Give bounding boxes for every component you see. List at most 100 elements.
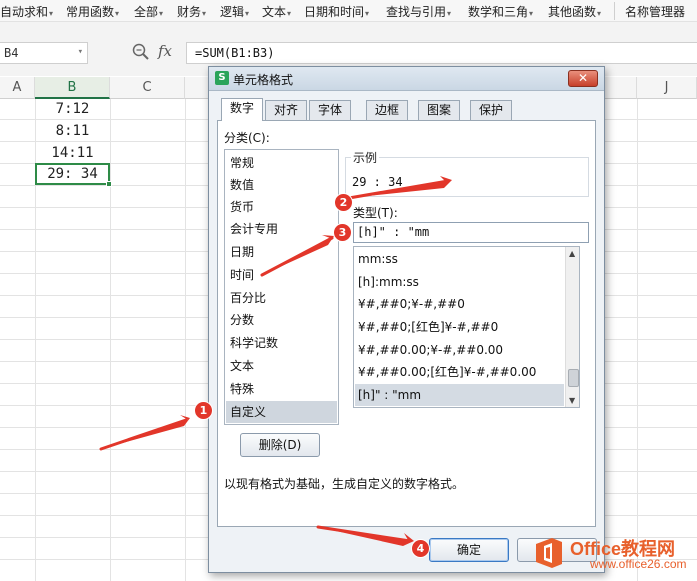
ribbon-divider <box>614 2 615 20</box>
formula-input[interactable]: =SUM(B1:B3) <box>186 42 697 64</box>
column-header-a[interactable]: A <box>0 77 35 99</box>
column-label: J <box>664 80 669 95</box>
column-header-i[interactable] <box>605 77 637 99</box>
watermark: Office教程网 www.office26.com <box>528 532 697 581</box>
tab-pattern[interactable]: 图案 <box>418 100 460 120</box>
cell-value: 29: 34 <box>47 166 98 182</box>
cell-b1[interactable]: 7:12 <box>35 98 110 120</box>
ribbon-finance[interactable]: 财务▾ <box>177 3 206 20</box>
category-item[interactable]: 常规 <box>226 152 337 174</box>
type-item[interactable]: ¥#,##0;¥-#,##0 <box>355 293 564 315</box>
grid-line <box>185 99 186 581</box>
cell-b4-active[interactable]: 29: 34 <box>35 163 112 187</box>
step-badge-3: 3 <box>333 223 352 242</box>
grid-line <box>637 99 638 581</box>
ribbon-logic[interactable]: 逻辑▾ <box>220 3 249 20</box>
ribbon-label: 其他函数 <box>548 5 597 19</box>
type-item[interactable]: ¥#,##0;[红色]¥-#,##0 <box>355 316 564 338</box>
column-label: B <box>67 80 77 95</box>
ribbon-label: 数学和三角 <box>468 5 529 19</box>
ribbon-label: 日期和时间 <box>304 5 365 19</box>
type-item[interactable]: ¥#,##0.00;¥-#,##0.00 <box>355 339 564 361</box>
category-item-selected[interactable]: 自定义 <box>226 401 337 423</box>
dialog-title: 单元格格式 <box>233 73 294 87</box>
column-header-b[interactable]: B <box>35 77 110 99</box>
step-badge-4: 4 <box>411 539 430 558</box>
cell-b2[interactable]: 8:11 <box>35 120 110 142</box>
ribbon-autosum[interactable]: 自动求和▾ <box>0 3 53 20</box>
category-item[interactable]: 文本 <box>226 355 337 377</box>
ribbon-name-manager[interactable]: 名称管理器 <box>625 3 685 20</box>
scroll-down-icon[interactable]: ▼ <box>569 396 575 405</box>
chevron-down-icon: ▾ <box>245 9 250 18</box>
category-item[interactable]: 特殊 <box>226 378 337 400</box>
office-logo-icon <box>536 538 562 568</box>
category-item[interactable]: 日期 <box>226 241 337 263</box>
category-item[interactable]: 分数 <box>226 309 337 331</box>
category-item[interactable]: 数值 <box>226 174 337 196</box>
ribbon-label: 常用函数 <box>66 5 115 19</box>
ribbon-common-functions[interactable]: 常用函数▾ <box>66 3 119 20</box>
description-text: 以现有格式为基础，生成自定义的数字格式。 <box>224 477 465 491</box>
category-item[interactable]: 货币 <box>226 196 337 218</box>
ribbon-other-functions[interactable]: 其他函数▾ <box>548 3 601 20</box>
wps-spreadsheet-icon: S <box>215 71 229 85</box>
scroll-up-icon[interactable]: ▲ <box>569 249 575 258</box>
type-list[interactable]: mm:ss [h]:mm:ss ¥#,##0;¥-#,##0 ¥#,##0;[红… <box>353 246 580 408</box>
chevron-down-icon[interactable]: ▾ <box>78 47 83 57</box>
sample-label: 示例 <box>351 149 380 166</box>
ribbon-math[interactable]: 数学和三角▾ <box>468 3 533 20</box>
category-item[interactable]: 会计专用 <box>226 218 337 240</box>
type-item[interactable]: ¥#,##0.00;[红色]¥-#,##0.00 <box>355 361 564 383</box>
ribbon-all[interactable]: 全部▾ <box>134 3 163 20</box>
tab-border[interactable]: 边框 <box>366 100 408 120</box>
type-list-scrollbar[interactable]: ▲ ▼ <box>565 247 579 407</box>
category-item[interactable]: 科学记数 <box>226 332 337 354</box>
sample-value: 29 : 34 <box>352 175 403 189</box>
chevron-down-icon: ▾ <box>159 9 164 18</box>
category-label: 分类(C): <box>224 131 270 145</box>
grid-line <box>110 99 111 581</box>
formula-ribbon: 自动求和▾ 常用函数▾ 全部▾ 财务▾ 逻辑▾ 文本▾ 日期和时间▾ 查找与引用… <box>0 0 697 22</box>
column-header-c[interactable]: C <box>110 77 185 99</box>
cell-b3[interactable]: 14:11 <box>35 142 110 164</box>
dialog-titlebar[interactable]: S 单元格格式 ✕ <box>209 67 604 91</box>
fill-handle[interactable] <box>106 181 112 187</box>
column-label: C <box>142 80 152 95</box>
name-box[interactable]: B4 ▾ <box>0 42 88 64</box>
type-item-selected[interactable]: [h]" : "mm <box>355 384 564 406</box>
tab-protection[interactable]: 保护 <box>470 100 512 120</box>
name-box-value: B4 <box>4 46 19 60</box>
step-badge-2: 2 <box>334 193 353 212</box>
ribbon-text[interactable]: 文本▾ <box>262 3 291 20</box>
ribbon-label: 财务 <box>177 5 202 19</box>
tab-font[interactable]: 字体 <box>309 100 351 120</box>
number-tab-panel: 分类(C): 常规 数值 货币 会计专用 日期 时间 百分比 分数 科学记数 文… <box>217 120 596 527</box>
zoom-icon[interactable] <box>132 43 150 61</box>
ok-button[interactable]: 确定 <box>429 538 509 562</box>
ribbon-label: 查找与引用 <box>386 5 447 19</box>
type-item[interactable]: [h]:mm:ss <box>355 271 564 293</box>
delete-button[interactable]: 删除(D) <box>240 433 320 457</box>
chevron-down-icon: ▾ <box>49 9 54 18</box>
column-header-j[interactable]: J <box>637 77 697 99</box>
step-badge-1: 1 <box>194 401 213 420</box>
category-item[interactable]: 时间 <box>226 264 337 286</box>
chevron-down-icon: ▾ <box>202 9 207 18</box>
category-list[interactable]: 常规 数值 货币 会计专用 日期 时间 百分比 分数 科学记数 文本 特殊 自定… <box>224 149 339 425</box>
tab-alignment[interactable]: 对齐 <box>265 100 307 120</box>
ribbon-label: 自动求和 <box>0 5 49 19</box>
ribbon-lookup[interactable]: 查找与引用▾ <box>386 3 451 20</box>
category-item[interactable]: 百分比 <box>226 287 337 309</box>
scroll-thumb[interactable] <box>568 369 579 387</box>
close-button[interactable]: ✕ <box>568 70 598 87</box>
chevron-down-icon: ▾ <box>287 9 292 18</box>
arrow-to-custom <box>101 415 190 449</box>
tab-number[interactable]: 数字 <box>221 98 263 121</box>
chevron-down-icon: ▾ <box>365 9 370 18</box>
ribbon-label: 逻辑 <box>220 5 245 19</box>
type-input[interactable]: [h]" : "mm <box>353 222 589 243</box>
fx-icon[interactable]: fx <box>158 42 172 60</box>
ribbon-datetime[interactable]: 日期和时间▾ <box>304 3 369 20</box>
type-item[interactable]: mm:ss <box>355 248 564 270</box>
